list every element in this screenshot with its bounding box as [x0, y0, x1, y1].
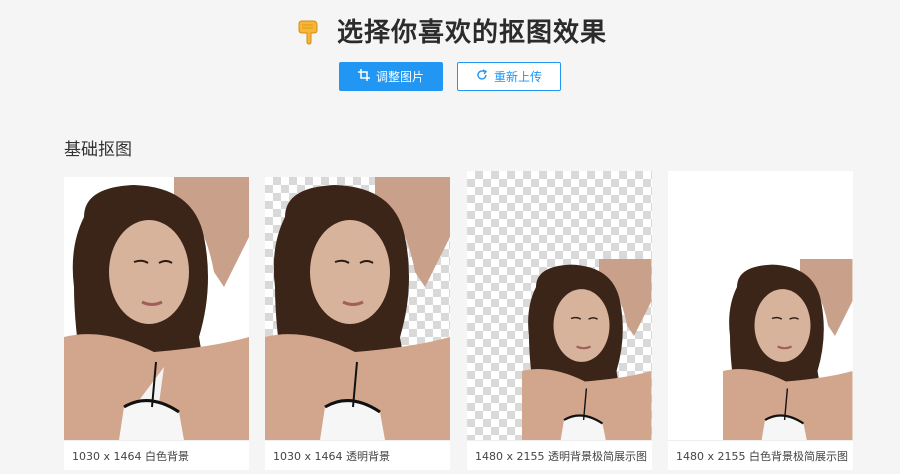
crop-icon [357, 69, 370, 84]
card-caption: 1480 x 2155 透明背景极简展示图 [467, 440, 652, 470]
pointing-down-hand-icon [293, 16, 323, 46]
adjust-image-button[interactable]: 调整图片 [339, 62, 443, 91]
refresh-icon [476, 69, 488, 84]
reupload-button[interactable]: 重新上传 [457, 62, 561, 91]
card-caption: 1480 x 2155 白色背景极简展示图 [668, 440, 853, 470]
toolbar: 调整图片 重新上传 [0, 62, 900, 91]
result-card-white[interactable]: 1030 x 1464 白色背景 [64, 177, 249, 470]
adjust-image-label: 调整图片 [375, 70, 424, 84]
cutout-image-transparent-minimal [467, 171, 652, 440]
page-title: 选择你喜欢的抠图效果 [336, 18, 607, 48]
cutout-image-white [64, 177, 249, 440]
cutout-image-white-minimal [668, 171, 853, 440]
result-card-transparent-minimal[interactable]: 1480 x 2155 透明背景极简展示图 [467, 171, 652, 470]
section-title: 基础抠图 [64, 140, 132, 160]
card-caption: 1030 x 1464 透明背景 [265, 440, 450, 470]
cutout-image-transparent [265, 177, 450, 440]
reupload-label: 重新上传 [493, 70, 542, 84]
card-caption: 1030 x 1464 白色背景 [64, 440, 249, 470]
result-card-transparent[interactable]: 1030 x 1464 透明背景 [265, 177, 450, 470]
result-card-white-minimal[interactable]: 1480 x 2155 白色背景极简展示图 [668, 171, 853, 470]
page-header: 选择你喜欢的抠图效果 [0, 12, 900, 49]
